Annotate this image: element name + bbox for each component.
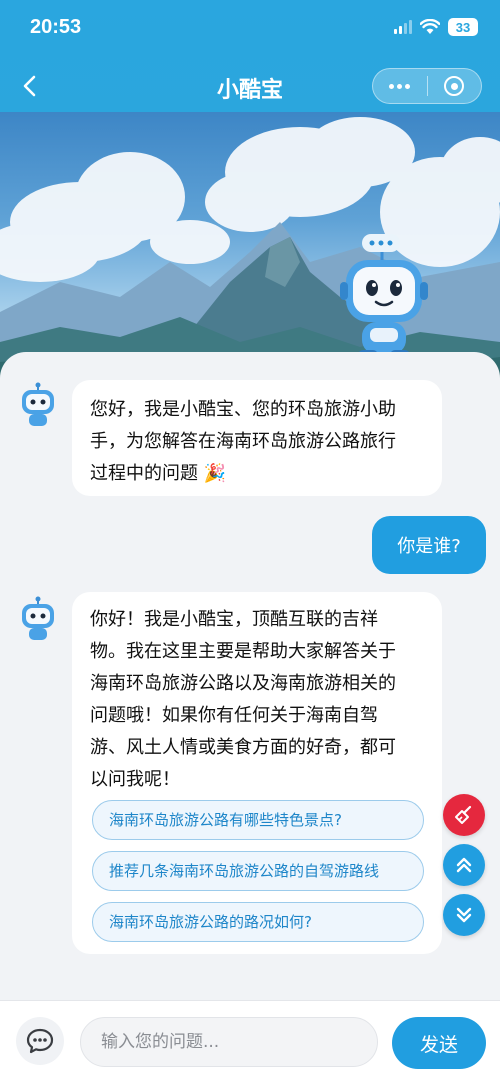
scroll-top-button[interactable] (443, 844, 485, 886)
status-time: 20:53 (30, 16, 82, 38)
close-mini-program-button[interactable] (428, 69, 482, 103)
mini-program-capsule (372, 68, 482, 104)
input-bar: 发送 (0, 1000, 500, 1082)
scroll-bottom-button[interactable] (443, 894, 485, 936)
battery-indicator: 33 (448, 18, 478, 36)
signal-icon (394, 20, 412, 34)
double-chevron-up-icon (456, 857, 472, 873)
message-line: 问题哦！如果你有任何关于海南自驾 (90, 705, 378, 726)
suggestion-chip[interactable]: 海南环岛旅游公路有哪些特色景点? (92, 800, 424, 840)
user-message: 你是谁? (372, 516, 486, 574)
chat-area[interactable]: 您好，我是小酷宝、您的环岛旅游小助 手，为您解答在海南环岛旅游公路旅行 过程中的… (0, 352, 500, 1000)
clear-chat-button[interactable] (443, 794, 485, 836)
more-dots-icon (389, 83, 411, 89)
double-chevron-down-icon (456, 907, 472, 923)
message-line: 物。我在这里主要是帮助大家解答关于 (90, 641, 396, 662)
more-button[interactable] (373, 69, 427, 103)
question-input[interactable] (80, 1017, 378, 1067)
suggestion-chip[interactable]: 海南环岛旅游公路的路况如何? (92, 902, 424, 942)
mascot-robot-icon (340, 234, 428, 360)
bot-message-2: 你好！我是小酷宝，顶酷互联的吉祥 物。我在这里主要是帮助大家解答关于 海南环岛旅… (72, 592, 442, 954)
message-line: 海南环岛旅游公路以及海南旅游相关的 (90, 673, 396, 694)
bot-avatar (22, 596, 54, 640)
message-line: 您好，我是小酷宝、您的环岛旅游小助 (90, 399, 396, 420)
chat-bubble-icon (26, 1028, 54, 1054)
broom-icon (455, 805, 472, 824)
chat-mode-button[interactable] (16, 1017, 64, 1065)
message-line: 手，为您解答在海南环岛旅游公路旅行 (90, 431, 396, 452)
target-circle-icon (444, 76, 465, 96)
hero-banner (0, 112, 500, 382)
message-line: 你好！我是小酷宝，顶酷互联的吉祥 (90, 609, 378, 630)
bot-message-1: 您好，我是小酷宝、您的环岛旅游小助 手，为您解答在海南环岛旅游公路旅行 过程中的… (72, 380, 442, 496)
suggestion-chip[interactable]: 推荐几条海南环岛旅游公路的自驾游路线 (92, 851, 424, 891)
wifi-icon (420, 19, 440, 34)
status-bar: 20:53 33 (0, 0, 500, 60)
bot-avatar (22, 382, 54, 426)
message-line: 以问我呢！ (90, 769, 180, 790)
nav-bar: 小酷宝 (0, 60, 500, 112)
message-line: 过程中的问题 🎉 (90, 463, 227, 484)
send-button[interactable]: 发送 (392, 1017, 486, 1069)
status-icons: 33 (394, 18, 478, 36)
message-line: 游、风土人情或美食方面的好奇，都可 (90, 737, 396, 758)
top-header: 20:53 33 小酷宝 (0, 0, 500, 112)
